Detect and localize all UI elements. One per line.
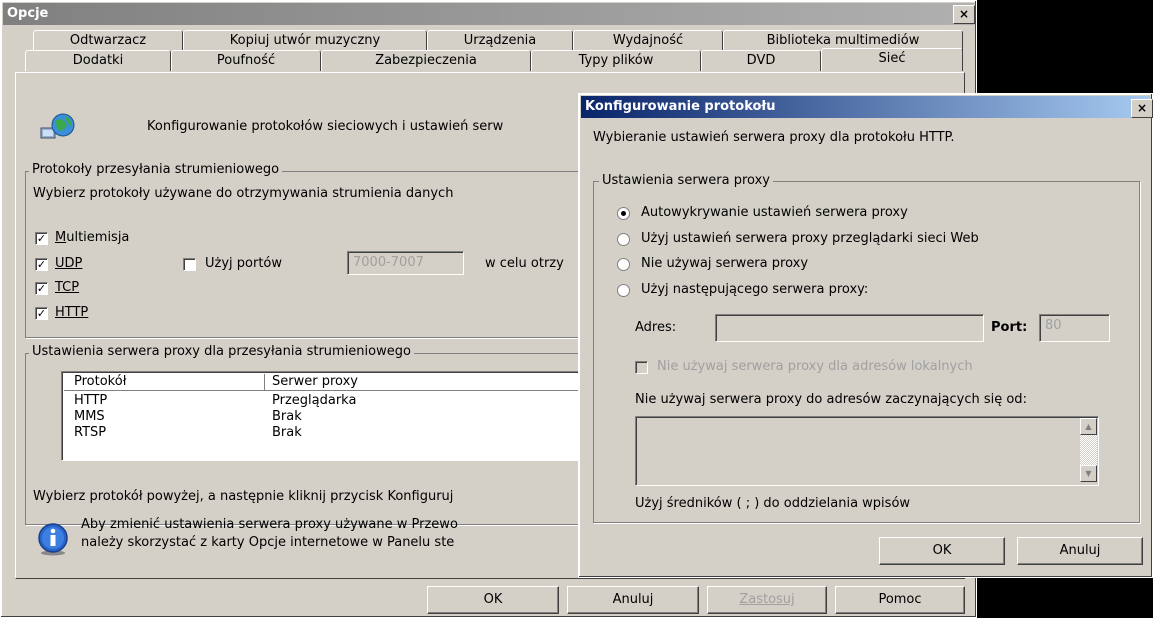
multicast-checkbox[interactable]: ✓ bbox=[35, 232, 48, 245]
bypass-local-label: Nie używaj serwera proxy dla adresów lok… bbox=[657, 359, 973, 374]
column-divider bbox=[264, 374, 265, 390]
bypass-list-label: Nie używaj serwera proxy do adresów zacz… bbox=[635, 392, 1027, 407]
textarea-scrollbar[interactable]: ▲ ▼ bbox=[1080, 418, 1097, 482]
network-header-text: Konfigurowanie protokołów sieciowych i u… bbox=[147, 119, 504, 134]
ports-field[interactable]: 7000-7007 bbox=[347, 251, 464, 275]
radio-custom-proxy-label[interactable]: Użyj następującego serwera proxy: bbox=[641, 282, 868, 297]
tab-label: Wydajność bbox=[612, 33, 684, 48]
http-checkbox[interactable]: ✓ bbox=[35, 307, 48, 320]
tab-label: Poufność bbox=[216, 53, 276, 68]
close-icon: × bbox=[1136, 101, 1148, 115]
info-line-2: należy skorzystać z karty Opcje internet… bbox=[81, 535, 455, 550]
tab-kopiuj[interactable]: Kopiuj utwór muzyczny bbox=[183, 30, 427, 51]
row-protocol: HTTP bbox=[74, 393, 108, 408]
row-proxy: Przeglądarka bbox=[272, 393, 357, 408]
tab-label: Biblioteka multimediów bbox=[766, 33, 920, 48]
protocols-description: Wybierz protokoły używane do otrzymywani… bbox=[33, 186, 454, 201]
cancel-button[interactable]: Anuluj bbox=[567, 586, 699, 614]
port-field[interactable]: 80 bbox=[1039, 314, 1110, 342]
tab-typy-plikow[interactable]: Typy plików bbox=[531, 50, 701, 71]
use-ports-label: Użyj portów bbox=[205, 256, 283, 271]
close-icon: × bbox=[958, 7, 970, 21]
port-label: Port: bbox=[991, 320, 1028, 335]
tab-label: Typy plików bbox=[578, 53, 654, 68]
address-field[interactable] bbox=[715, 314, 984, 342]
radio-autodetect-label[interactable]: Autowykrywanie ustawień serwera proxy bbox=[641, 205, 908, 220]
proxy-server-group-title: Ustawienia serwera proxy bbox=[599, 173, 773, 188]
options-title: Opcje bbox=[7, 6, 49, 21]
row-proxy: Brak bbox=[272, 425, 302, 440]
column-header-protocol[interactable]: Protokół bbox=[74, 374, 126, 389]
tab-label: Dodatki bbox=[72, 53, 124, 68]
column-header-proxy[interactable]: Serwer proxy bbox=[272, 374, 358, 389]
list-header: Protokół Serwer proxy bbox=[64, 374, 622, 391]
tab-label: Zabezpieczenia bbox=[375, 53, 477, 68]
network-globe-icon bbox=[40, 113, 75, 139]
dialog-titlebar[interactable]: Konfigurowanie protokołu bbox=[581, 96, 1150, 118]
tab-poufnosc[interactable]: Poufność bbox=[171, 50, 321, 71]
tab-odtwarzacz[interactable]: Odtwarzacz bbox=[33, 30, 183, 51]
separator-hint: Użyj średników ( ; ) do oddzielania wpis… bbox=[635, 496, 911, 511]
dialog-ok-button[interactable]: OK bbox=[879, 537, 1005, 565]
radio-autodetect[interactable] bbox=[617, 207, 630, 220]
tcp-checkbox[interactable]: ✓ bbox=[35, 282, 48, 295]
bypass-list-textarea[interactable]: ▲ ▼ bbox=[635, 416, 1099, 486]
protocol-config-dialog: Konfigurowanie protokołu × Wybieranie us… bbox=[578, 93, 1153, 578]
multicast-label-text: ultiemisja bbox=[66, 230, 130, 245]
proxy-protocol-list[interactable]: Protokół Serwer proxy HTTP Przeglądarka … bbox=[61, 371, 623, 461]
udp-checkbox[interactable]: ✓ bbox=[35, 258, 48, 271]
radio-custom-proxy[interactable] bbox=[617, 284, 630, 297]
udp-label: UDP bbox=[55, 256, 83, 271]
tab-wydajnosc[interactable]: Wydajność bbox=[573, 30, 723, 51]
table-row[interactable]: HTTP Przeglądarka bbox=[64, 393, 584, 409]
info-icon bbox=[38, 523, 68, 556]
use-ports-checkbox[interactable] bbox=[183, 258, 196, 271]
dialog-cancel-button[interactable]: Anuluj bbox=[1017, 537, 1143, 565]
info-line-1: Aby zmienić ustawienia serwera proxy uży… bbox=[81, 517, 458, 532]
multicast-label: Multiemisja bbox=[55, 230, 130, 245]
tab-siec[interactable]: Sieć bbox=[821, 48, 963, 71]
http-label: HTTP bbox=[55, 305, 89, 320]
radio-no-proxy[interactable] bbox=[617, 258, 630, 271]
tab-dvd[interactable]: DVD bbox=[701, 50, 821, 71]
dialog-description: Wybieranie ustawień serwera proxy dla pr… bbox=[593, 130, 955, 145]
options-titlebar[interactable]: Opcje bbox=[3, 3, 974, 25]
tab-label: Urządzenia bbox=[463, 33, 537, 48]
tab-dodatki[interactable]: Dodatki bbox=[25, 50, 171, 71]
apply-button[interactable]: Zastosuj bbox=[707, 586, 827, 614]
tab-label: DVD bbox=[746, 53, 776, 68]
tab-label: Kopiuj utwór muzyczny bbox=[229, 33, 381, 48]
radio-browser-label[interactable]: Użyj ustawień serwera proxy przeglądarki… bbox=[641, 231, 979, 246]
row-protocol: MMS bbox=[74, 409, 105, 424]
tab-urzadzenia[interactable]: Urządzenia bbox=[427, 30, 573, 51]
proxy-settings-title: Ustawienia serwera proxy dla przesyłania… bbox=[29, 344, 414, 359]
bypass-local-checkbox[interactable] bbox=[635, 361, 648, 374]
table-row[interactable]: MMS Brak bbox=[64, 409, 584, 425]
help-button[interactable]: Pomoc bbox=[835, 586, 965, 614]
row-protocol: RTSP bbox=[74, 425, 107, 440]
tab-label: Sieć bbox=[878, 51, 906, 66]
tab-label: Odtwarzacz bbox=[69, 33, 147, 48]
table-row[interactable]: RTSP Brak bbox=[64, 425, 584, 441]
ports-suffix: w celu otrzy bbox=[485, 256, 564, 271]
ok-button[interactable]: OK bbox=[427, 586, 559, 614]
streaming-protocols-title: Protokoły przesyłania strumieniowego bbox=[29, 162, 283, 177]
tab-zabezpieczenia[interactable]: Zabezpieczenia bbox=[321, 50, 531, 71]
dialog-title: Konfigurowanie protokołu bbox=[585, 99, 776, 114]
dialog-close-button[interactable]: × bbox=[1131, 99, 1153, 118]
scroll-up-arrow-icon[interactable]: ▲ bbox=[1080, 418, 1097, 435]
address-label: Adres: bbox=[635, 320, 677, 335]
options-close-button[interactable]: × bbox=[953, 5, 975, 24]
row-proxy: Brak bbox=[272, 409, 302, 424]
radio-browser[interactable] bbox=[617, 233, 630, 246]
scroll-down-arrow-icon[interactable]: ▼ bbox=[1080, 465, 1097, 482]
tcp-label: TCP bbox=[55, 280, 80, 295]
radio-no-proxy-label[interactable]: Nie używaj serwera proxy bbox=[641, 256, 808, 271]
proxy-footer-text: Wybierz protokół powyżej, a następnie kl… bbox=[33, 489, 454, 504]
